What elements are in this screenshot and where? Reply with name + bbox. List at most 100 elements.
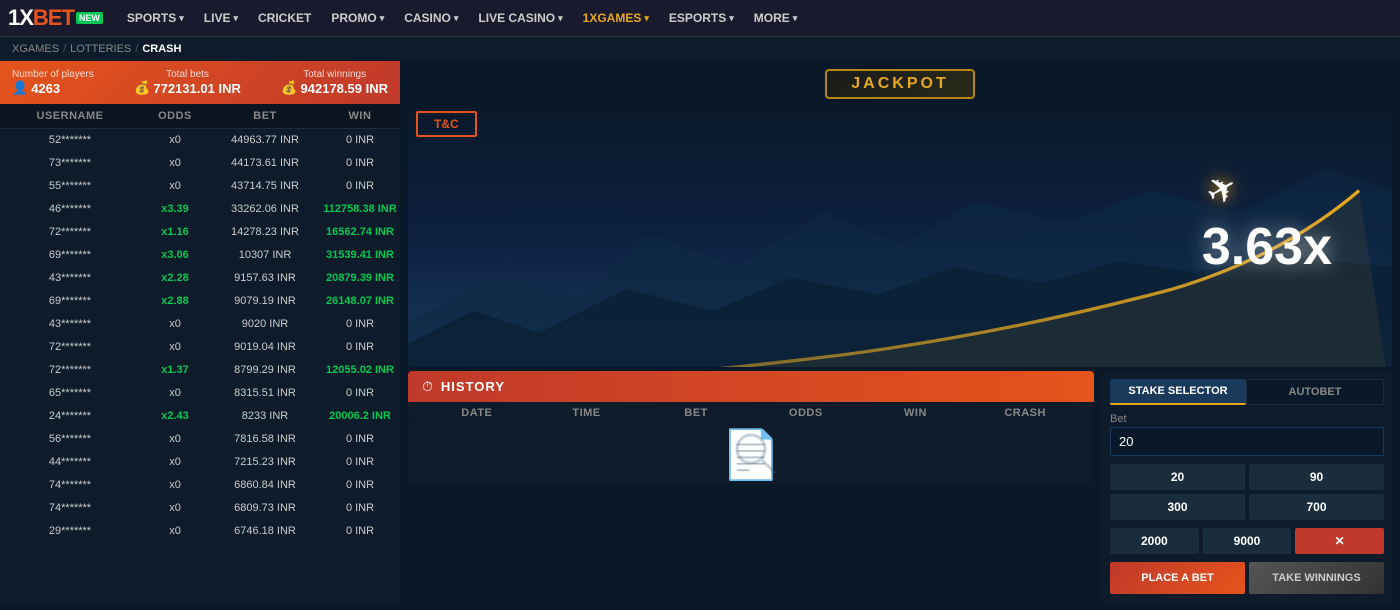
- stat-players-value: 👤 4263: [12, 80, 94, 96]
- cell-win: 0 INR: [320, 456, 400, 468]
- quick-bet-9000[interactable]: 9000: [1203, 528, 1292, 554]
- table-row: 55******* x0 43714.75 INR 0 INR: [0, 175, 400, 198]
- stake-panel: STAKE SELECTOR AUTOBET Bet 20 90 300 700…: [1102, 371, 1392, 602]
- take-winnings-button[interactable]: TAKE WINNINGS: [1249, 562, 1384, 594]
- history-body: 📄: [408, 424, 1094, 484]
- breadcrumb-lotteries[interactable]: LOTTERIES: [70, 43, 131, 55]
- breadcrumb-xgames[interactable]: XGAMES: [12, 43, 59, 55]
- nav-live-casino[interactable]: LIVE CASINO ▾: [470, 7, 570, 29]
- cell-odds: x3.39: [140, 203, 210, 215]
- place-bet-button[interactable]: PLACE A BET: [1110, 562, 1245, 594]
- cell-username: 43*******: [0, 272, 140, 284]
- cell-bet: 44963.77 INR: [210, 134, 320, 146]
- nav-sports[interactable]: SPORTS ▾: [119, 7, 192, 29]
- cell-win: 0 INR: [320, 341, 400, 353]
- cell-odds: x0: [140, 456, 210, 468]
- logo[interactable]: 1XBET NEW: [8, 5, 103, 31]
- players-count: 4263: [31, 81, 60, 96]
- cell-win: 31539.41 INR: [320, 249, 400, 261]
- table-header: USERNAME ODDS BET WIN: [0, 104, 400, 129]
- leaderboard-table: 52******* x0 44963.77 INR 0 INR 73******…: [0, 129, 400, 606]
- table-row: 43******* x2.28 9157.63 INR 20879.39 INR: [0, 267, 400, 290]
- col-odds: ODDS: [140, 110, 210, 122]
- nav-cricket[interactable]: CRICKET: [250, 7, 319, 29]
- cell-username: 73*******: [0, 157, 140, 169]
- winnings-amount: 942178.59 INR: [301, 81, 388, 96]
- quick-bet-2000[interactable]: 2000: [1110, 528, 1199, 554]
- cell-win: 16562.74 INR: [320, 226, 400, 238]
- cell-win: 0 INR: [320, 387, 400, 399]
- history-col-date: DATE: [422, 407, 532, 419]
- cell-win: 0 INR: [320, 479, 400, 491]
- cell-bet: 7215.23 INR: [210, 456, 320, 468]
- cell-bet: 14278.23 INR: [210, 226, 320, 238]
- cell-win: 0 INR: [320, 157, 400, 169]
- logo-text: 1XBET: [8, 5, 74, 31]
- cell-odds: x0: [140, 387, 210, 399]
- quick-bet-90[interactable]: 90: [1249, 464, 1384, 490]
- stat-bets: Total bets 💰 772131.01 INR: [134, 69, 241, 96]
- cell-win: 0 INR: [320, 134, 400, 146]
- nav-live[interactable]: LIVE ▾: [196, 7, 246, 29]
- cell-username: 72*******: [0, 226, 140, 238]
- breadcrumb: XGAMES / LOTTERIES / CRASH: [0, 37, 1400, 61]
- tab-autobet[interactable]: AUTOBET: [1246, 379, 1384, 405]
- col-username: USERNAME: [0, 110, 140, 122]
- main-layout: Number of players 👤 4263 Total bets 💰 77…: [0, 61, 1400, 606]
- cell-win: 0 INR: [320, 433, 400, 445]
- game-panel: JACKPOT T&C: [400, 61, 1400, 606]
- cell-username: 69*******: [0, 249, 140, 261]
- bet-label: Bet: [1110, 413, 1384, 425]
- cell-odds: x0: [140, 525, 210, 537]
- history-header: ⏱ HISTORY: [408, 371, 1094, 402]
- col-win: WIN: [320, 110, 400, 122]
- table-row: 46******* x3.39 33262.06 INR 112758.38 I…: [0, 198, 400, 221]
- table-row: 29******* x0 6746.18 INR 0 INR: [0, 520, 400, 543]
- nav-promo[interactable]: PROMO ▾: [323, 7, 392, 29]
- cell-win: 0 INR: [320, 525, 400, 537]
- cell-username: 74*******: [0, 502, 140, 514]
- cell-bet: 33262.06 INR: [210, 203, 320, 215]
- leaderboard-panel: Number of players 👤 4263 Total bets 💰 77…: [0, 61, 400, 606]
- cell-username: 55*******: [0, 180, 140, 192]
- clear-bet-button[interactable]: ✕: [1295, 528, 1384, 554]
- quick-bet-20[interactable]: 20: [1110, 464, 1245, 490]
- history-section: ⏱ HISTORY DATE TIME BET ODDS WIN CRASH 📄: [408, 371, 1094, 602]
- stat-players: Number of players 👤 4263: [12, 69, 94, 96]
- table-row: 24******* x2.43 8233 INR 20006.2 INR: [0, 405, 400, 428]
- cell-username: 69*******: [0, 295, 140, 307]
- nav-1xgames[interactable]: 1XGAMES ▾: [575, 7, 657, 29]
- stat-winnings-label: Total winnings: [281, 69, 388, 80]
- game-canvas: T&C ✈ 3.63x: [408, 103, 1392, 367]
- bottom-row: ⏱ HISTORY DATE TIME BET ODDS WIN CRASH 📄: [408, 371, 1392, 602]
- stat-players-label: Number of players: [12, 69, 94, 80]
- cell-bet: 8233 INR: [210, 410, 320, 422]
- bet-input[interactable]: [1110, 427, 1384, 456]
- cell-odds: x3.06: [140, 249, 210, 261]
- nav-casino[interactable]: CASINO ▾: [396, 7, 466, 29]
- cell-odds: x0: [140, 341, 210, 353]
- quick-bet-700[interactable]: 700: [1249, 494, 1384, 520]
- cell-bet: 43714.75 INR: [210, 180, 320, 192]
- nav-more[interactable]: MORE ▾: [746, 7, 806, 29]
- table-row: 74******* x0 6860.84 INR 0 INR: [0, 474, 400, 497]
- table-row: 73******* x0 44173.61 INR 0 INR: [0, 152, 400, 175]
- cell-bet: 6746.18 INR: [210, 525, 320, 537]
- cell-odds: x2.28: [140, 272, 210, 284]
- nav-esports[interactable]: ESPORTS ▾: [661, 7, 742, 29]
- quick-bet-300[interactable]: 300: [1110, 494, 1245, 520]
- cell-odds: x0: [140, 180, 210, 192]
- history-col-win: WIN: [861, 407, 971, 419]
- history-col-odds: ODDS: [751, 407, 861, 419]
- cell-odds: x0: [140, 479, 210, 491]
- table-row: 56******* x0 7816.58 INR 0 INR: [0, 428, 400, 451]
- cell-bet: 9019.04 INR: [210, 341, 320, 353]
- top-navigation: 1XBET NEW SPORTS ▾ LIVE ▾ CRICKET PROMO …: [0, 0, 1400, 37]
- tab-stake-selector[interactable]: STAKE SELECTOR: [1110, 379, 1246, 405]
- nav-items: SPORTS ▾ LIVE ▾ CRICKET PROMO ▾ CASINO ▾…: [119, 7, 1392, 29]
- cell-bet: 8799.29 INR: [210, 364, 320, 376]
- cell-win: 0 INR: [320, 180, 400, 192]
- cell-username: 43*******: [0, 318, 140, 330]
- cell-odds: x0: [140, 157, 210, 169]
- breadcrumb-sep1: /: [63, 43, 66, 55]
